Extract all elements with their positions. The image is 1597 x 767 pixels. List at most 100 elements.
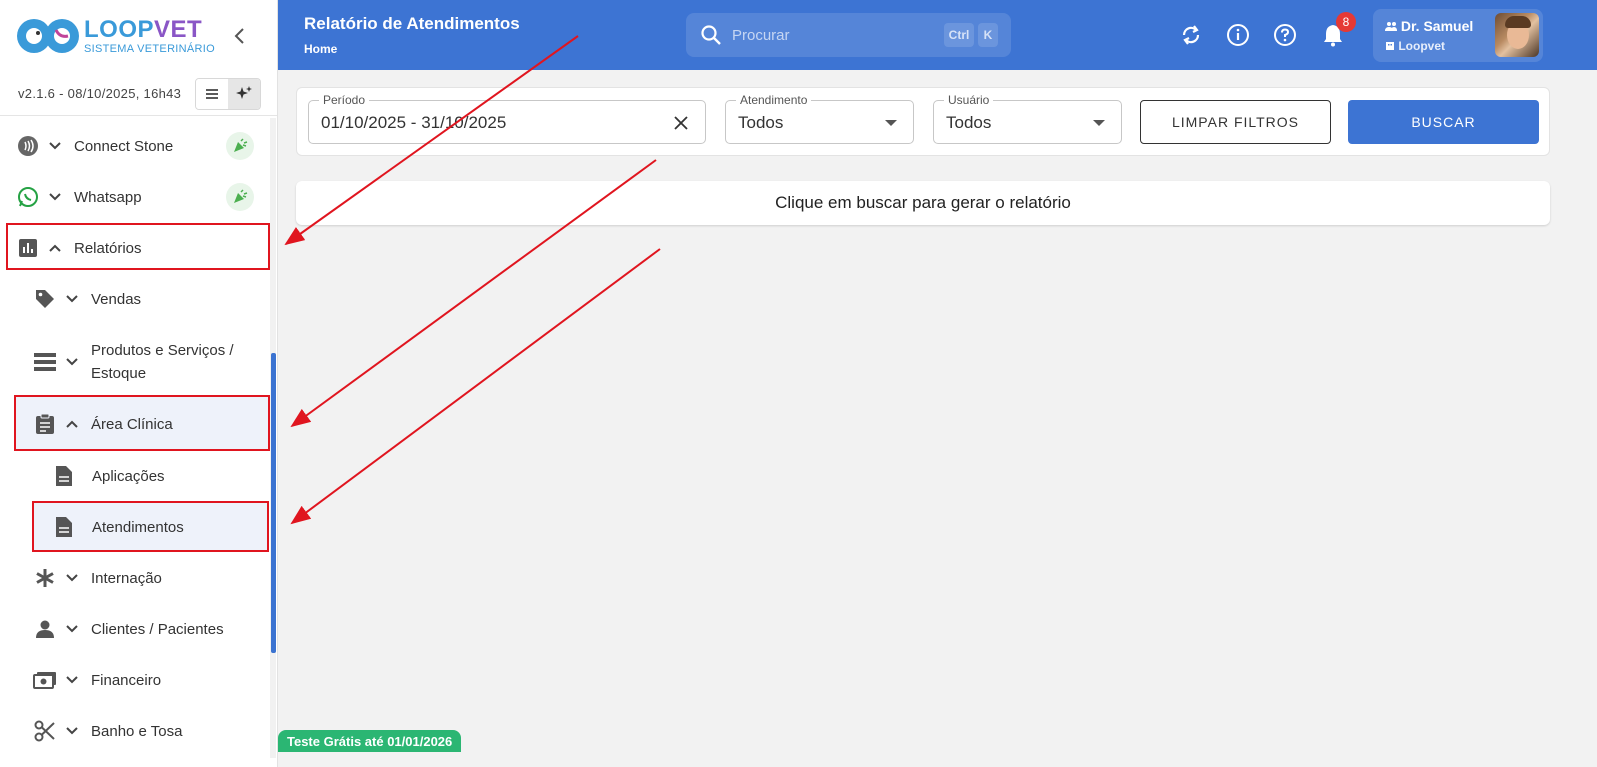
sidebar-item-label: Área Clínica: [91, 415, 173, 433]
tag-icon: [33, 287, 57, 311]
chevron-down-icon: [63, 620, 81, 638]
chevron-down-icon: [63, 353, 81, 371]
help-icon: [1274, 24, 1296, 46]
sidebar-item-clientes[interactable]: Clientes / Pacientes: [33, 614, 267, 644]
sidebar-item-label: Internação: [91, 569, 162, 587]
attendance-value: Todos: [738, 113, 784, 132]
party-popper-icon: [226, 183, 254, 211]
sidebar-item-area-clinica[interactable]: Área Clínica: [16, 397, 269, 451]
notification-count-badge: 8: [1336, 12, 1356, 32]
chevron-down-icon: [63, 722, 81, 740]
group-icon: [1385, 22, 1397, 31]
version-row: v2.1.6 - 08/10/2025, 16h43: [0, 72, 277, 116]
brand-loop: LOOP: [84, 16, 155, 43]
empty-state-card: Clique em buscar para gerar o relatório: [296, 181, 1550, 225]
sidebar-item-label: Aplicações: [92, 467, 165, 485]
page-title: Relatório de Atendimentos: [304, 14, 520, 33]
chevron-up-icon: [46, 239, 64, 257]
search-input[interactable]: [732, 26, 932, 44]
sidebar-item-connect-stone[interactable]: Connect Stone: [16, 131, 266, 161]
cash-icon: [33, 668, 57, 692]
sidebar-item-internacao[interactable]: Internação: [33, 563, 267, 593]
attendance-label: Atendimento: [736, 93, 812, 107]
sidebar-item-banho-tosa[interactable]: Banho e Tosa: [33, 716, 267, 746]
filters-card: Período 01/10/2025 - 31/10/2025 Atendime…: [296, 87, 1550, 156]
top-header: Relatório de Atendimentos Home Ctrl K 8 …: [278, 0, 1597, 70]
ai-view-button[interactable]: [228, 79, 260, 109]
dropdown-caret-icon: [885, 120, 897, 126]
storage-icon: [33, 350, 57, 374]
shortcut-k: K: [978, 23, 998, 47]
user-label: Usuário: [944, 93, 994, 107]
user-select[interactable]: Usuário Todos: [933, 93, 1122, 144]
sidebar: LOOPVET SISTEMA VETERINÁRIO v2.1.6 - 08/…: [0, 0, 278, 767]
view-toggle: [195, 78, 261, 110]
chevron-down-icon: [63, 671, 81, 689]
chevron-left-icon: [234, 28, 244, 44]
dropdown-caret-icon: [1093, 120, 1105, 126]
search-icon: [701, 25, 721, 45]
user-org-text: Loopvet: [1398, 39, 1446, 53]
period-label: Período: [319, 93, 370, 107]
brand-vet: VET: [154, 16, 203, 43]
clipboard-icon: [33, 412, 57, 436]
logo-row: LOOPVET SISTEMA VETERINÁRIO: [0, 0, 277, 72]
sidebar-item-vendas[interactable]: Vendas: [33, 284, 267, 314]
breadcrumb[interactable]: Home: [304, 42, 337, 56]
chevron-down-icon: [46, 137, 64, 155]
user-name: Dr. Samuel: [1385, 18, 1473, 34]
sidebar-item-label: Banho e Tosa: [91, 722, 183, 740]
sidebar-item-label: Produtos e Serviços / Estoque: [91, 339, 234, 385]
collapse-sidebar-button[interactable]: [229, 24, 249, 48]
notifications-button[interactable]: 8: [1320, 12, 1356, 48]
sidebar-item-financeiro[interactable]: Financeiro: [33, 665, 267, 695]
sidebar-item-relatorios[interactable]: Relatórios: [16, 233, 266, 263]
close-icon: [674, 116, 688, 130]
sidebar-item-label: Whatsapp: [74, 188, 142, 206]
sidebar-scrollbar-thumb[interactable]: [271, 353, 276, 653]
document-icon: [52, 515, 76, 539]
trial-banner[interactable]: Teste Grátis até 01/01/2026: [278, 730, 462, 752]
chevron-down-icon: [63, 290, 81, 308]
chevron-down-icon: [63, 569, 81, 587]
hamburger-icon: [206, 89, 218, 99]
sidebar-item-label-line2: Estoque: [91, 365, 147, 382]
sidebar-item-label: Atendimentos: [92, 518, 184, 536]
help-button[interactable]: [1272, 22, 1298, 48]
period-field[interactable]: Período 01/10/2025 - 31/10/2025: [308, 93, 706, 144]
empty-state-message: Clique em buscar para gerar o relatório: [775, 193, 1071, 212]
user-menu[interactable]: Dr. Samuel Loopvet: [1373, 9, 1543, 62]
brand-subtitle: SISTEMA VETERINÁRIO: [84, 43, 216, 55]
chevron-up-icon: [63, 415, 81, 433]
refresh-button[interactable]: [1178, 22, 1204, 48]
sidebar-item-label: Relatórios: [74, 239, 142, 257]
logo-text: LOOPVET SISTEMA VETERINÁRIO: [84, 16, 216, 56]
period-value[interactable]: 01/10/2025 - 31/10/2025: [321, 113, 506, 133]
clear-period-button[interactable]: [671, 113, 691, 133]
search-box[interactable]: Ctrl K: [686, 13, 1011, 57]
sidebar-item-atendimentos[interactable]: Atendimentos: [34, 503, 267, 551]
sidebar-item-aplicacoes[interactable]: Aplicações: [52, 461, 267, 491]
sidebar-item-label-line1: Produtos e Serviços /: [91, 342, 234, 359]
loopvet-logo-icon: [16, 16, 80, 56]
sidebar-item-whatsapp[interactable]: Whatsapp: [16, 182, 266, 212]
sidebar-item-label: Clientes / Pacientes: [91, 620, 224, 638]
menu-view-button[interactable]: [196, 79, 228, 109]
asterisk-icon: [33, 566, 57, 590]
person-icon: [33, 617, 57, 641]
bar-chart-icon: [16, 236, 40, 260]
info-button[interactable]: [1225, 22, 1251, 48]
contactless-icon: [16, 134, 40, 158]
user-name-text: Dr. Samuel: [1400, 18, 1474, 34]
document-icon: [52, 464, 76, 488]
annotation-arrow-3: [290, 248, 661, 525]
attendance-select[interactable]: Atendimento Todos: [725, 93, 914, 144]
info-icon: [1227, 24, 1249, 46]
search-button[interactable]: BUSCAR: [1348, 100, 1539, 144]
clear-filters-button[interactable]: LIMPAR FILTROS: [1140, 100, 1331, 144]
chevron-down-icon: [46, 188, 64, 206]
whatsapp-icon: [16, 185, 40, 209]
user-org: Loopvet: [1385, 39, 1445, 53]
sidebar-item-produtos[interactable]: Produtos e Serviços / Estoque: [33, 338, 267, 386]
version-text: v2.1.6 - 08/10/2025, 16h43: [18, 86, 182, 101]
